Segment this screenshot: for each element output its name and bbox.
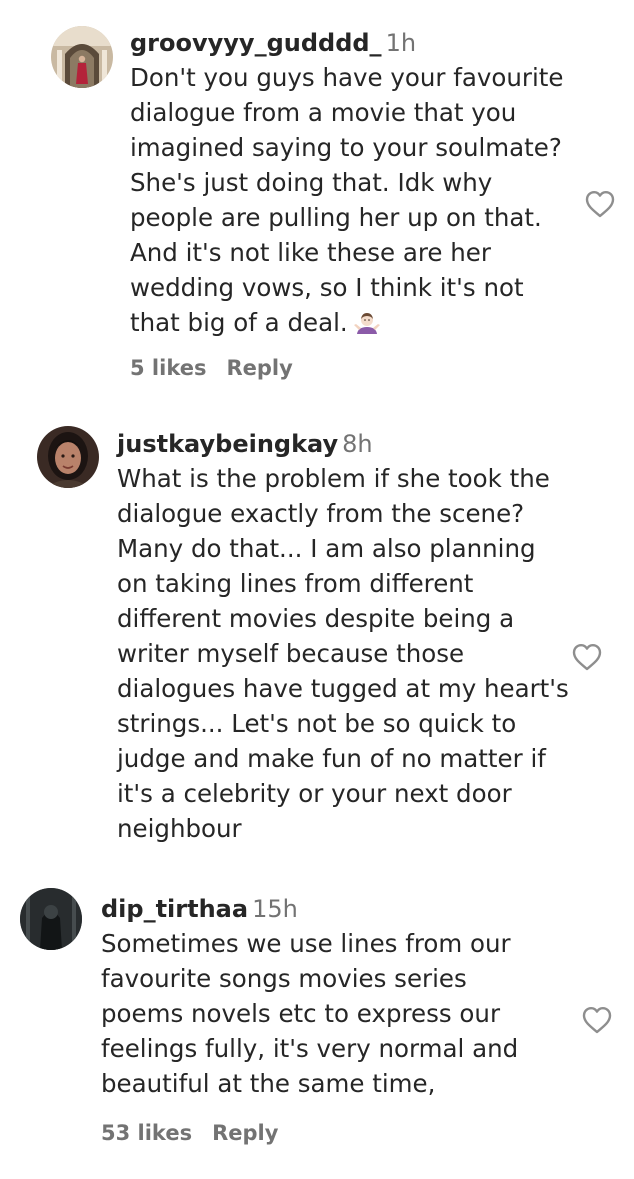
comment-text: Don't you guys have your favourite dialo… [130,60,570,340]
likes-count[interactable]: 53 likes [101,1121,192,1145]
person-shrugging-icon [353,310,380,336]
comment-header: justkaybeingkay 8h [117,427,577,461]
reply-button[interactable]: Reply [212,1121,278,1145]
heart-outline-icon[interactable] [582,1006,612,1034]
avatar[interactable] [37,426,99,488]
username[interactable]: justkaybeingkay [117,430,338,458]
comment-header: groovyyy_gudddd_ 1h [130,26,570,60]
reply-button[interactable]: Reply [226,356,292,380]
timestamp: 1h [385,29,417,57]
heart-outline-icon[interactable] [572,643,602,671]
comment-meta: 53 likes Reply [101,1118,561,1148]
likes-count[interactable]: 5 likes [130,356,206,380]
username[interactable]: dip_tirthaa [101,895,248,923]
comment-header: dip_tirthaa 15h [101,892,561,926]
avatar[interactable] [51,26,113,88]
timestamp: 15h [252,895,298,923]
comment-text: Sometimes we use lines from our favourit… [101,929,519,1098]
comment-meta: 5 likes Reply [130,353,570,383]
heart-outline-icon[interactable] [585,190,615,218]
comment-text: What is the problem if she took the dial… [117,464,569,843]
avatar[interactable] [20,888,82,950]
timestamp: 8h [342,430,373,458]
username[interactable]: groovyyy_gudddd_ [130,29,382,57]
comment-text-body: Don't you guys have your favourite dialo… [130,63,564,337]
